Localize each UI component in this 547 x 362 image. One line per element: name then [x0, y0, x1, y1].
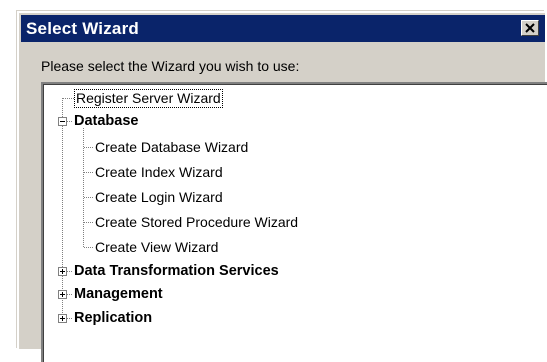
wizard-tree[interactable]: Register Server Wizard Database Create D… [41, 82, 547, 362]
tree-item-data-transformation-services[interactable]: Data Transformation Services [74, 263, 279, 280]
prompt-label: Please select the Wizard you wish to use… [41, 58, 300, 74]
close-icon [525, 23, 535, 33]
tree-item-management[interactable]: Management [74, 286, 163, 303]
minus-icon [60, 121, 65, 122]
close-button[interactable] [521, 20, 539, 36]
tree-item-register-server-wizard[interactable]: Register Server Wizard [74, 89, 223, 108]
dialog-title: Select Wizard [26, 19, 139, 38]
tree-item-create-view-wizard[interactable]: Create View Wizard [95, 239, 218, 256]
expand-replication-toggle[interactable] [58, 314, 67, 323]
title-bar[interactable]: Select Wizard [21, 15, 545, 42]
expand-management-toggle[interactable] [58, 290, 67, 299]
collapse-database-toggle[interactable] [58, 117, 67, 126]
tree-item-create-index-wizard[interactable]: Create Index Wizard [95, 164, 223, 181]
expand-dts-toggle[interactable] [58, 267, 67, 276]
select-wizard-dialog: Select Wizard Please select the Wizard y… [17, 11, 547, 362]
tree-item-create-login-wizard[interactable]: Create Login Wizard [95, 189, 223, 206]
tree-item-create-stored-procedure-wizard[interactable]: Create Stored Procedure Wizard [95, 214, 298, 231]
tree-item-database[interactable]: Database [74, 113, 138, 130]
tree-item-create-database-wizard[interactable]: Create Database Wizard [95, 139, 248, 156]
tree-item-replication[interactable]: Replication [74, 310, 152, 327]
